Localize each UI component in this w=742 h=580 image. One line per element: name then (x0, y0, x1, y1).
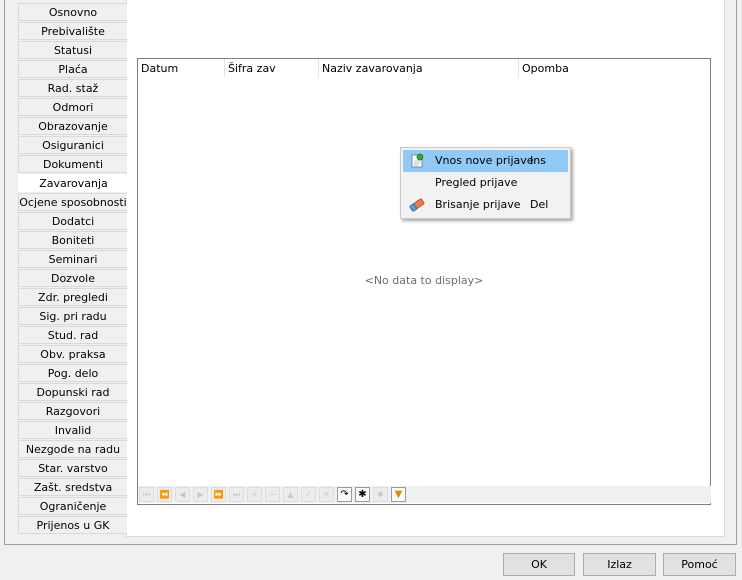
tab-stud-rad[interactable]: Stud. rad (18, 326, 127, 344)
tab-placa[interactable]: Plaća (18, 60, 127, 78)
column-header-datum[interactable]: Datum (138, 59, 214, 78)
nav-bookmark-button[interactable]: ✱ (355, 487, 370, 502)
tab-osnovno[interactable]: Osnovno (18, 3, 127, 21)
nav-refresh-button[interactable]: ↷ (337, 487, 352, 502)
new-document-icon (409, 153, 425, 169)
tab-zast-sredstva[interactable]: Zašt. sredstva (18, 478, 127, 496)
column-header-sifra-zav[interactable]: Šifra zav (224, 59, 318, 78)
menu-item-shortcut: Del (530, 198, 549, 211)
nav-next-button[interactable]: ▶ (193, 487, 208, 502)
tab-obrazovanje[interactable]: Obrazovanje (18, 117, 127, 135)
column-header-naziv-zavarovanja[interactable]: Naziv zavarovanja (318, 59, 518, 78)
tab-zdr-pregledi[interactable]: Zdr. pregledi (18, 288, 127, 306)
tab-razgovori[interactable]: Razgovori (18, 402, 127, 420)
menu-item-label: Vnos nove prijave (435, 154, 534, 167)
menu-item-label: Pregled prijave (435, 176, 518, 189)
tab-prebivaliste[interactable]: Prebivalište (18, 22, 127, 40)
nav-last-button[interactable]: ⏭ (229, 487, 244, 502)
column-header-opomba[interactable]: Opomba (518, 59, 710, 78)
menu-item-label: Brisanje prijave (435, 198, 521, 211)
tab-strip: Osnovno Prebivalište Statusi Plaća Rad. staž… (18, 3, 128, 535)
nav-first-button[interactable]: ⏮ (139, 487, 154, 502)
grid-header: Datum Šifra zav Naziv zavarovanja Opomba (138, 59, 710, 78)
nav-next-page-button[interactable]: ⏩ (211, 487, 226, 502)
tab-obv-praksa[interactable]: Obv. praksa (18, 345, 127, 363)
ok-button[interactable]: OK (503, 553, 575, 576)
tab-zavarovanja[interactable]: Zavarovanja (18, 174, 128, 192)
tab-pog-delo[interactable]: Pog. delo (18, 364, 127, 382)
context-menu: Vnos nove prijave Ins Pregled prijave Br… (400, 147, 571, 219)
tab-dokumenti[interactable]: Dokumenti (18, 155, 127, 173)
tab-dopunski-rad[interactable]: Dopunski rad (18, 383, 127, 401)
nav-goto-bookmark-button[interactable]: ✱ (373, 487, 388, 502)
tab-prijenos-u-gk[interactable]: Prijenos u GK (18, 516, 127, 534)
tab-rad-staz[interactable]: Rad. staž (18, 79, 127, 97)
nav-edit-button[interactable]: ▲ (283, 487, 298, 502)
tab-osiguranici[interactable]: Osiguranici (18, 136, 127, 154)
eraser-icon (409, 197, 425, 213)
tab-invalid[interactable]: Invalid (18, 421, 127, 439)
nav-cancel-button[interactable]: ✕ (319, 487, 334, 502)
tab-ocjene-sposobnosti[interactable]: Ocjene sposobnosti (18, 193, 127, 211)
nav-prev-page-button[interactable]: ⏪ (157, 487, 172, 502)
tab-seminari[interactable]: Seminari (18, 250, 127, 268)
tab-sig-pri-radu[interactable]: Sig. pri radu (18, 307, 127, 325)
tab-star-varstvo[interactable]: Star. varstvo (18, 459, 127, 477)
tab-odmori[interactable]: Odmori (18, 98, 127, 116)
grid-navigator: ⏮ ⏪ ◀ ▶ ⏩ ⏭ + − ▲ ✓ ✕ ↷ ✱ ✱ ▼ (138, 486, 711, 503)
empty-grid-message: <No data to display> (364, 274, 484, 287)
menu-item-view-entry[interactable]: Pregled prijave (403, 172, 568, 194)
nav-filter-button[interactable]: ▼ (391, 487, 406, 502)
tab-dodatci[interactable]: Dodatci (18, 212, 127, 230)
tab-statusi[interactable]: Statusi (18, 41, 127, 59)
tab-boniteti[interactable]: Boniteti (18, 231, 127, 249)
menu-item-delete-entry[interactable]: Brisanje prijave Del (403, 194, 568, 216)
nav-prev-button[interactable]: ◀ (175, 487, 190, 502)
nav-insert-button[interactable]: + (247, 487, 262, 502)
nav-delete-button[interactable]: − (265, 487, 280, 502)
exit-button[interactable]: Izlaz (583, 553, 656, 576)
tab-dozvole[interactable]: Dozvole (18, 269, 127, 287)
nav-post-button[interactable]: ✓ (301, 487, 316, 502)
tab-nezgode-na-radu[interactable]: Nezgode na radu (18, 440, 127, 458)
menu-item-shortcut: Ins (530, 154, 546, 167)
menu-item-new-entry[interactable]: Vnos nove prijave Ins (403, 150, 568, 172)
tab-ogranicenje[interactable]: Ograničenje (18, 497, 127, 515)
help-button[interactable]: Pomoć (663, 553, 736, 576)
insurance-grid[interactable]: Datum Šifra zav Naziv zavarovanja Opomba… (137, 58, 711, 505)
